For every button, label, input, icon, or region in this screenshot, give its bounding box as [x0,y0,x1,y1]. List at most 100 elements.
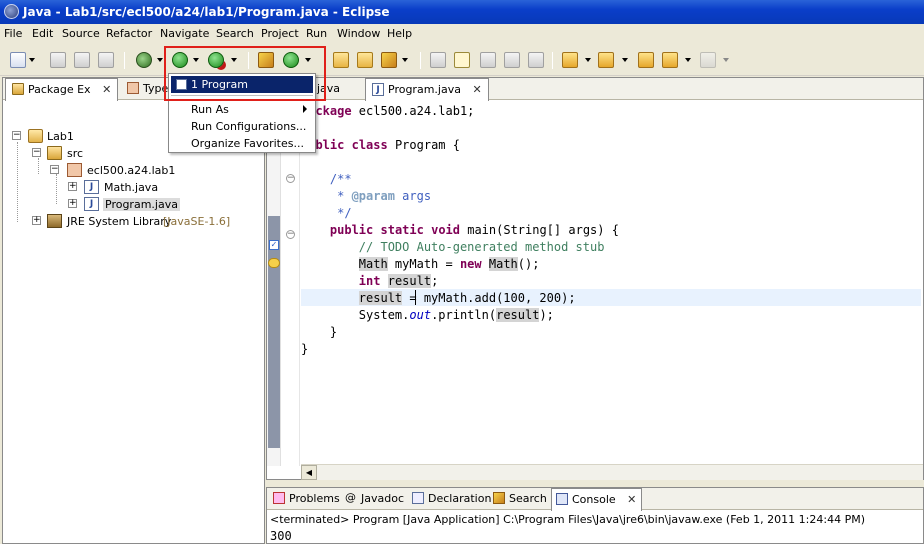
expand-icon[interactable]: + [32,216,41,225]
tab-program-java-label: Program.java [388,83,461,96]
tab-package-explorer[interactable]: Package Ex ✕ [5,78,119,101]
java-file-icon: J [84,180,99,194]
menu-window[interactable]: Window [337,27,380,40]
tab-console-label: Console [572,493,616,506]
collapse-icon[interactable]: − [50,165,59,174]
tab-problems-label: Problems [289,492,340,505]
java-file-icon: J [372,83,384,96]
problems-icon [273,492,285,504]
back-dropdown-icon[interactable] [685,58,691,62]
menu-file[interactable]: File [4,27,22,40]
code-line[interactable]: blic class Program { [301,137,460,154]
next-annotation-icon[interactable] [430,52,446,68]
menu-item-run-configurations[interactable]: Run Configurations... [171,118,313,135]
tab-package-explorer-label: Package Ex [28,83,91,96]
next-edit-dropdown-icon[interactable] [585,58,591,62]
menu-search[interactable]: Search [216,27,254,40]
debug-dropdown-icon[interactable] [157,58,163,62]
mark-occurrences-icon[interactable] [454,52,470,68]
console-icon [556,493,568,505]
code-line[interactable]: result = myMath.add(100, 200); [301,290,576,307]
debug-icon[interactable] [136,52,152,68]
menu-item-organize-favorites[interactable]: Organize Favorites... [171,135,313,152]
expand-icon[interactable]: + [68,182,77,191]
code-line[interactable]: Math myMath = new Math(); [301,256,539,273]
menu-source[interactable]: Source [62,27,100,40]
close-icon[interactable]: ✕ [627,493,636,506]
save-icon[interactable] [50,52,66,68]
package-icon [67,163,82,177]
window-title: Java - Lab1/src/ecl500/a24/lab1/Program.… [23,5,390,19]
menu-item-run-as[interactable]: Run As [171,101,313,118]
code-line[interactable]: * @param args [301,188,431,205]
menu-run[interactable]: Run [306,27,327,40]
fold-collapse-icon[interactable]: − [286,230,295,239]
back-icon[interactable] [662,52,678,68]
tab-console[interactable]: Console ✕ [551,488,643,511]
code-line[interactable]: } [301,341,308,358]
tab-javadoc[interactable]: @ Javadoc [341,488,409,510]
fold-collapse-icon[interactable]: − [286,174,295,183]
code-line[interactable]: int result; [301,273,438,290]
pilcrow-icon[interactable] [528,52,544,68]
library-icon [47,214,62,228]
tree-item-label: ecl500.a24.lab1 [87,164,176,177]
code-line[interactable]: public static void main(String[] args) { [301,222,619,239]
menu-help[interactable]: Help [387,27,412,40]
task-icon[interactable]: ✓ [269,240,279,250]
console-panel: Problems @ Javadoc Declaration Search Co… [266,487,924,544]
expand-icon[interactable]: + [68,199,77,208]
tab-problems[interactable]: Problems [269,488,345,510]
menu-navigate[interactable]: Navigate [160,27,209,40]
forward-dropdown-icon[interactable] [723,58,729,62]
horizontal-scrollbar[interactable]: ◀ [301,464,923,480]
close-icon[interactable]: ✕ [472,83,481,96]
last-edit-location-icon[interactable] [638,52,654,68]
editor-panel: java J Program.java ✕ ✓ − − ckage ecl500… [266,77,924,480]
collapse-icon[interactable]: − [12,131,21,140]
brush-dropdown-icon[interactable] [402,58,408,62]
open-type-icon[interactable] [333,52,349,68]
next-edit-icon[interactable] [562,52,578,68]
tree-item-program-java[interactable]: + J Program.java [67,196,247,213]
close-icon[interactable]: ✕ [102,83,111,96]
previous-edit-icon[interactable] [598,52,614,68]
overview-ruler-range [268,216,280,448]
source-folder-icon [47,146,62,160]
tab-declaration[interactable]: Declaration [408,488,496,510]
save-all-icon[interactable] [74,52,90,68]
brush-icon[interactable] [381,52,397,68]
javadoc-icon: @ [345,491,356,504]
code-line[interactable]: // TODO Auto-generated method stub [301,239,605,256]
menu-edit[interactable]: Edit [32,27,53,40]
menu-bar: File Edit Source Refactor Navigate Searc… [0,24,924,43]
tree-item-package[interactable]: − ecl500.a24.lab1 [49,162,249,179]
occurrence-marker-icon[interactable] [268,258,280,268]
tree-item-label: Math.java [104,181,159,194]
tab-search[interactable]: Search [489,488,552,510]
package-explorer-icon [12,83,24,95]
scroll-left-icon[interactable]: ◀ [301,465,317,480]
code-line[interactable]: */ [301,205,351,222]
collapse-icon[interactable]: − [32,148,41,157]
toolbar-separator [420,52,421,69]
tab-program-java[interactable]: J Program.java ✕ [365,78,489,101]
open-folder-icon[interactable] [357,52,373,68]
new-dropdown-icon[interactable] [29,58,35,62]
previous-edit-dropdown-icon[interactable] [622,58,628,62]
block-selection-icon[interactable] [504,52,520,68]
code-line[interactable]: } [301,324,337,341]
forward-icon[interactable] [700,52,716,68]
code-line[interactable]: ckage ecl500.a24.lab1; [301,103,474,120]
new-wizard-icon[interactable] [10,52,26,68]
tab-javadoc-label: Javadoc [361,492,404,505]
print-icon[interactable] [98,52,114,68]
menu-refactor[interactable]: Refactor [106,27,152,40]
tree-item-math-java[interactable]: + J Math.java [67,179,247,196]
menu-project[interactable]: Project [261,27,299,40]
tree-item-label: src [67,147,84,160]
code-line[interactable]: System.out.println(result); [301,307,554,324]
show-whitespace-icon[interactable] [480,52,496,68]
tree-item-jre-library[interactable]: + JRE System Library [JavaSE-1.6] [31,213,261,230]
code-line[interactable]: /** [301,171,352,188]
